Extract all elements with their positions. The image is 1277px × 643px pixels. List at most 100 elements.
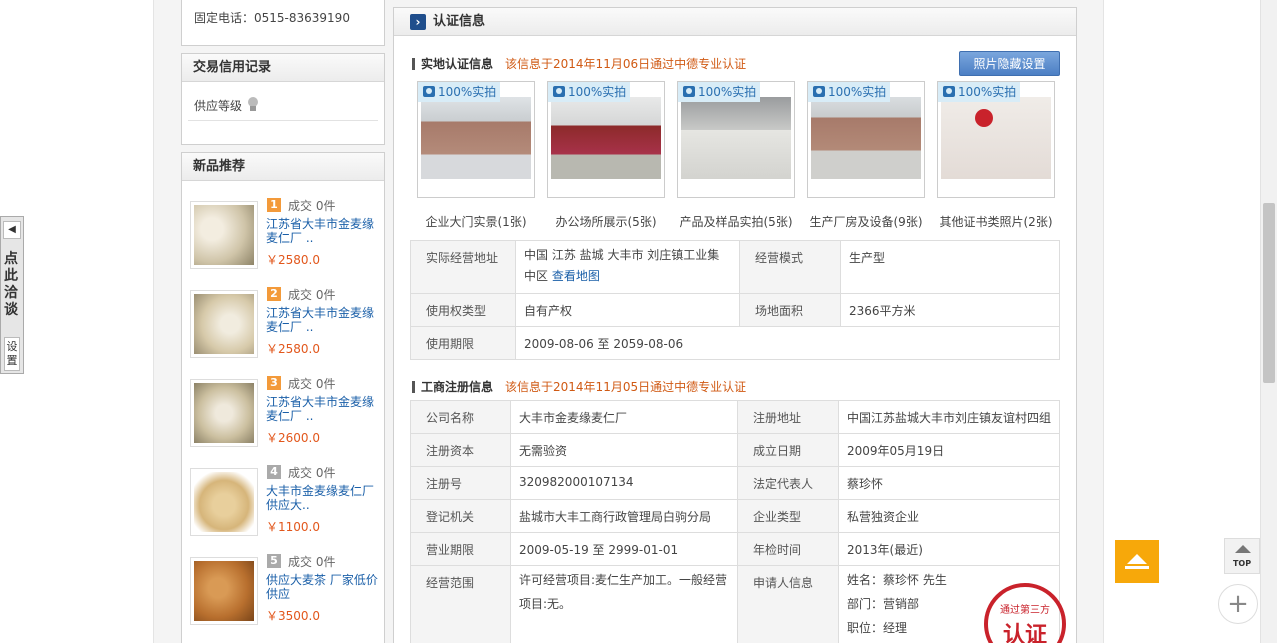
product-item[interactable]: 4 成交 0件 大丰市金麦缘麦仁厂 供应大.. ￥1100.0 <box>190 462 380 542</box>
product-price: ￥1100.0 <box>266 520 320 534</box>
site-info-table: 实际经营地址 中国 江苏 盐城 大丰市 刘庄镇工业集中区 查看地图 经营模式 生… <box>410 240 1060 360</box>
product-item[interactable]: 1 成交 0件 江苏省大丰市金麦缘麦仁厂 .. ￥2580.0 <box>190 195 380 275</box>
back-to-top-button[interactable] <box>1115 540 1159 583</box>
scope-label: 经营范围 <box>410 565 511 643</box>
addr-value: 中国 江苏 盐城 大丰市 刘庄镇工业集中区 查看地图 <box>515 240 740 294</box>
product-image[interactable] <box>190 379 258 447</box>
supply-level: 供应等级 <box>194 96 260 115</box>
biz-info-table: 公司名称 大丰市金麦缘麦仁厂 注册地址 中国江苏盐城大丰市刘庄镇友谊村四组 注册… <box>410 400 1060 643</box>
product-price: ￥2580.0 <box>266 253 320 267</box>
camera-icon <box>553 86 565 97</box>
scrollbar[interactable] <box>1260 0 1277 643</box>
chevron-right-icon: › <box>410 14 426 30</box>
product-image[interactable] <box>190 290 258 358</box>
company-type-value: 私营独资企业 <box>838 499 1060 533</box>
company-type-label: 企业类型 <box>737 499 839 533</box>
authority-value: 盐城市大丰工商行政管理局白驹分局 <box>510 499 738 533</box>
divider <box>188 120 378 121</box>
product-name-link[interactable]: 供应大麦茶 厂家低价供应 <box>266 573 378 601</box>
photo-caption[interactable]: 企业大门实景(1张) <box>412 213 540 230</box>
chat-link[interactable]: 点此洽谈 <box>4 251 20 319</box>
reg-address-value: 中国江苏盐城大丰市刘庄镇友谊村四组 <box>838 400 1060 434</box>
right-value: 自有产权 <box>515 293 740 327</box>
scope-value: 许可经营项目:麦仁生产加工。一般经营项目:无。 <box>510 565 738 643</box>
product-image[interactable] <box>190 201 258 269</box>
collapse-arrow-icon[interactable]: ◀ <box>3 221 21 239</box>
panel-header: › 认证信息 <box>394 8 1076 36</box>
photo-products[interactable]: 100%实拍 <box>677 81 795 198</box>
found-date-label: 成立日期 <box>737 433 839 467</box>
photo-tag: 100%实拍 <box>548 82 631 102</box>
company-name-label: 公司名称 <box>410 400 511 434</box>
product-image[interactable] <box>190 557 258 625</box>
photo-office[interactable]: 100%实拍 <box>547 81 665 198</box>
photo-certificates[interactable]: 100%实拍 <box>937 81 1055 198</box>
site-cert-note: 该信息于2014年11月06日通过中德专业认证 <box>505 57 747 71</box>
site-section-title: 实地认证信息 该信息于2014年11月06日通过中德专业认证 <box>412 55 746 72</box>
product-item[interactable]: 3 成交 0件 江苏省大丰市金麦缘麦仁厂 .. ￥2600.0 <box>190 373 380 453</box>
reg-address-label: 注册地址 <box>737 400 839 434</box>
camera-icon <box>683 86 695 97</box>
photo-factory[interactable]: 100%实拍 <box>807 81 925 198</box>
photo-caption[interactable]: 生产厂房及设备(9张) <box>802 213 930 230</box>
photo-gate[interactable]: 100%实拍 <box>417 81 535 198</box>
capital-label: 注册资本 <box>410 433 511 467</box>
applicant-label: 申请人信息 <box>737 565 839 643</box>
credit-box: 交易信用记录 供应等级 <box>181 53 385 145</box>
rank-badge: 1 <box>267 198 281 212</box>
product-name-link[interactable]: 江苏省大丰市金麦缘麦仁厂 .. <box>266 395 378 423</box>
photo-caption[interactable]: 办公场所展示(5张) <box>542 213 670 230</box>
photo-hide-settings-button[interactable]: 照片隐藏设置 <box>959 51 1060 76</box>
period-label: 使用期限 <box>410 326 516 360</box>
product-name-link[interactable]: 大丰市金麦缘麦仁厂 供应大.. <box>266 484 378 512</box>
arrow-up-icon <box>1127 554 1147 564</box>
credit-title: 交易信用记录 <box>182 54 384 82</box>
home-icon <box>1235 545 1251 553</box>
photo-tag: 100%实拍 <box>418 82 501 102</box>
deal-count: 成交 0件 <box>288 199 336 213</box>
term-value: 2009-05-19 至 2999-01-01 <box>510 532 738 566</box>
area-value: 2366平方米 <box>840 293 1060 327</box>
new-products-box: 新品推荐 1 成交 0件 江苏省大丰市金麦缘麦仁厂 .. ￥2580.0 2 成… <box>181 152 385 643</box>
term-label: 营业期限 <box>410 532 511 566</box>
view-map-link[interactable]: 查看地图 <box>552 269 600 283</box>
product-item[interactable]: 2 成交 0件 江苏省大丰市金麦缘麦仁厂 .. ￥2580.0 <box>190 284 380 364</box>
rank-badge: 2 <box>267 287 281 301</box>
photo-caption[interactable]: 产品及样品实拍(5张) <box>672 213 800 230</box>
legal-rep-value: 蔡珍怀 <box>838 466 1060 500</box>
contact-phone: 固定电话：0515-83639190 <box>194 11 350 25</box>
product-name-link[interactable]: 江苏省大丰市金麦缘麦仁厂 .. <box>266 306 378 334</box>
right-label: 使用权类型 <box>410 293 516 327</box>
rank-badge: 3 <box>267 376 281 390</box>
inspection-value: 2013年(最近) <box>838 532 1060 566</box>
new-products-title: 新品推荐 <box>182 153 384 181</box>
scrollbar-thumb[interactable] <box>1263 203 1275 383</box>
product-name-link[interactable]: 江苏省大丰市金麦缘麦仁厂 .. <box>266 217 378 245</box>
reg-number-value: 320982000107134 <box>510 466 738 500</box>
contact-box: 固定电话：0515-83639190 <box>181 0 385 46</box>
camera-icon <box>813 86 825 97</box>
deal-count: 成交 0件 <box>288 555 336 569</box>
photo-tag: 100%实拍 <box>678 82 761 102</box>
settings-link[interactable]: 设置 <box>4 337 20 371</box>
period-value: 2009-08-06 至 2059-08-06 <box>515 326 1060 360</box>
deal-count: 成交 0件 <box>288 377 336 391</box>
product-item[interactable]: 5 成交 0件 供应大麦茶 厂家低价供应 ￥3500.0 <box>190 551 380 631</box>
deal-count: 成交 0件 <box>288 466 336 480</box>
plus-button[interactable]: + <box>1218 584 1258 624</box>
panel-title: 认证信息 <box>433 14 486 29</box>
photo-tag: 100%实拍 <box>808 82 891 102</box>
supply-level-label: 供应等级 <box>194 99 243 113</box>
chat-sidebar-tab[interactable]: ◀ 点此洽谈 设置 <box>0 216 24 374</box>
certification-panel: › 认证信息 实地认证信息 该信息于2014年11月06日通过中德专业认证 照片… <box>393 7 1077 643</box>
capital-value: 无需验资 <box>510 433 738 467</box>
photo-caption[interactable]: 其他证书类照片(2张) <box>932 213 1060 230</box>
product-price: ￥3500.0 <box>266 609 320 623</box>
photo-tag: 100%实拍 <box>938 82 1021 102</box>
rank-badge: 5 <box>267 554 281 568</box>
product-image[interactable] <box>190 468 258 536</box>
reg-number-label: 注册号 <box>410 466 511 500</box>
company-name-value: 大丰市金麦缘麦仁厂 <box>510 400 738 434</box>
top-tool-button[interactable]: TOP <box>1224 538 1260 574</box>
biz-cert-note: 该信息于2014年11月05日通过中德专业认证 <box>505 380 747 394</box>
